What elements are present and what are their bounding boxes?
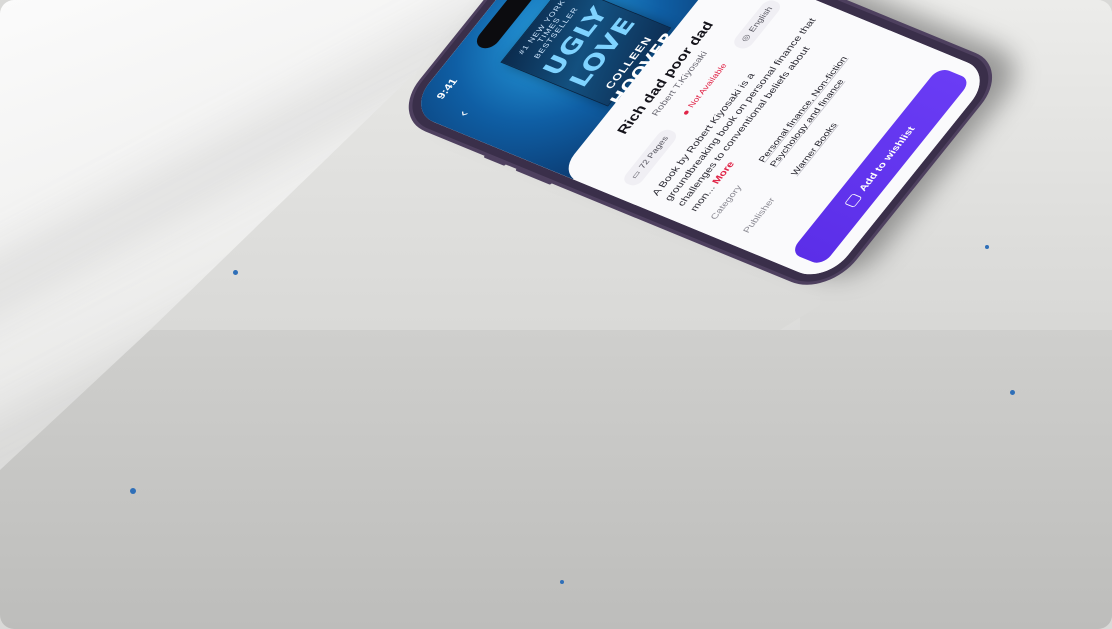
wishlist-icon — [844, 193, 863, 208]
book-icon: ▭ — [629, 169, 643, 181]
pages-label: 72 Pages — [637, 135, 671, 171]
status-time: 9:41 — [433, 76, 460, 101]
language-label: English — [747, 5, 775, 34]
globe-icon: ◎ — [739, 33, 753, 43]
add-to-wishlist-label: Add to wishlist — [856, 125, 918, 193]
phone-mockup: 9:41 ▮ ▲ ▬ ‹ ⇪ #1 NEW YORK TIMES BESTSEL… — [140, 0, 1006, 615]
volume-button — [515, 167, 553, 185]
speck — [985, 245, 989, 249]
back-icon[interactable]: ‹ — [454, 108, 472, 119]
volume-button — [483, 154, 507, 167]
speck — [1010, 390, 1015, 395]
status-dot-icon — [683, 109, 690, 115]
speck — [130, 488, 136, 494]
